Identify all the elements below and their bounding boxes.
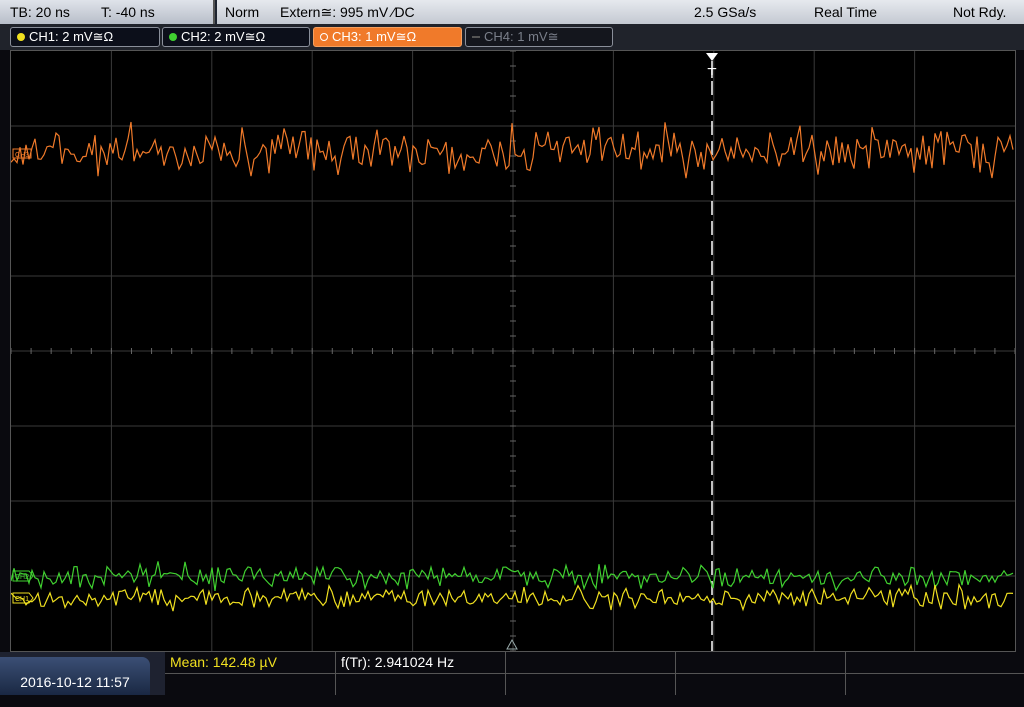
ch2-label: CH2: 2 mV≅Ω [181, 29, 266, 44]
trigger-panel[interactable]: Norm Extern≅: 995 mV ⁄DC 2.5 GSa/s Real … [217, 0, 1024, 24]
acquisition-mode: Real Time [814, 4, 878, 20]
measurement-divider [165, 673, 1024, 674]
timebase-value: TB: 20 ns [10, 4, 70, 20]
bottom-bar: 2016-10-12 11:57 Mean: 142.48 µV f(Tr): … [0, 652, 1024, 695]
ch2-indicator-icon [169, 33, 177, 41]
ch3-waveform [11, 121, 1014, 179]
ch1-offset-label: CH1 [15, 596, 29, 603]
trigger-mode: Norm [225, 4, 260, 20]
ch2-offset-label: CH2 [15, 574, 29, 581]
waveform-svg: T CH3 CH2 CH1 [11, 51, 1015, 651]
trigger-offset-value: T: -40 ns [101, 4, 155, 20]
ch3-indicator-icon [320, 33, 328, 41]
trigger-label: T [707, 65, 716, 82]
channel-tab-ch2[interactable]: CH2: 2 mV≅Ω [162, 27, 310, 47]
ch3-offset-marker[interactable]: CH3 [12, 148, 32, 159]
sample-rate: 2.5 GSa/s [694, 4, 757, 20]
measurement-divider [675, 652, 676, 695]
ch1-waveform [11, 582, 1014, 612]
trigger-level-icon [506, 638, 518, 650]
waveform-display[interactable]: T CH3 CH2 CH1 [10, 50, 1016, 652]
ch4-indicator-icon [472, 36, 480, 38]
measurement-divider [505, 652, 506, 695]
ch4-label: CH4: 1 mV≅ [484, 29, 559, 44]
ch1-label: CH1: 2 mV≅Ω [29, 29, 114, 44]
channel-tab-ch3[interactable]: CH3: 1 mV≅Ω [313, 27, 462, 47]
channel-tab-ch1[interactable]: CH1: 2 mV≅Ω [10, 27, 160, 47]
frequency-measurement: f(Tr): 2.941024 Hz [341, 654, 455, 670]
channel-tab-ch4[interactable]: CH4: 1 mV≅ [465, 27, 613, 47]
status-bar: TB: 20 ns T: -40 ns Norm Extern≅: 995 mV… [0, 0, 1024, 24]
mean-measurement: Mean: 142.48 µV [170, 654, 277, 670]
ch3-offset-label: CH3 [15, 152, 29, 159]
measurement-divider [845, 652, 846, 695]
acquisition-state: Not Rdy. [953, 4, 1007, 20]
channel-tabs: CH1: 2 mV≅Ω CH2: 2 mV≅Ω CH3: 1 mV≅Ω CH4:… [0, 24, 1024, 50]
ch1-indicator-icon [17, 33, 25, 41]
date-time[interactable]: 2016-10-12 11:57 [0, 657, 150, 695]
ch3-label: CH3: 1 mV≅Ω [332, 29, 417, 44]
measurement-panel[interactable]: Mean: 142.48 µV f(Tr): 2.941024 Hz [165, 652, 1024, 695]
trigger-source: Extern≅: 995 mV ⁄DC [280, 4, 415, 20]
timebase-panel[interactable]: TB: 20 ns T: -40 ns [0, 0, 215, 24]
measurement-divider [335, 652, 336, 695]
graticule [11, 51, 1015, 651]
ch1-offset-marker[interactable]: CH1 [12, 592, 34, 604]
trigger-position-icon[interactable] [706, 53, 718, 61]
